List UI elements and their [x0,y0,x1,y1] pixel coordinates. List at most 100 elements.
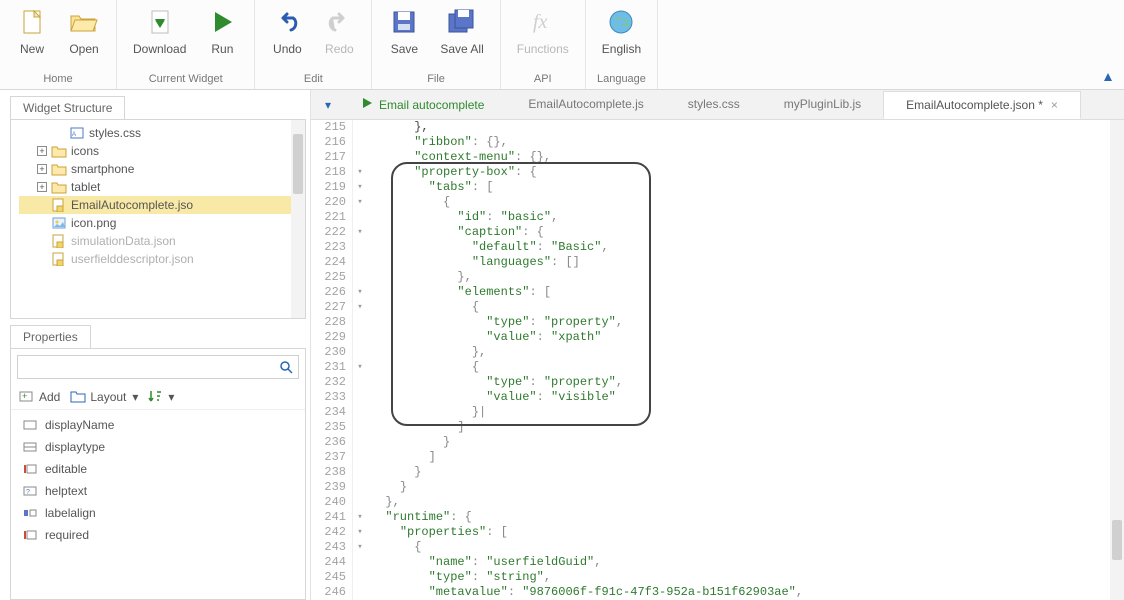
tree-toggle[interactable]: + [37,182,47,192]
editor-tab[interactable]: EmailAutocomplete.js [506,91,665,118]
code-line[interactable]: 216 "ribbon": {}, [311,135,1124,150]
undo-button[interactable]: Undo [261,0,313,58]
search-icon[interactable] [274,356,298,378]
editor-tab-label: EmailAutocomplete.json * [906,98,1043,112]
tree-item[interactable]: +icons [19,142,301,160]
code-text: "context-menu": {}, [367,150,551,165]
layout-button[interactable]: Layout▾ [70,389,138,405]
code-line[interactable]: 242▾ "properties": [ [311,525,1124,540]
download-button[interactable]: Download [123,0,196,58]
fold-toggle[interactable]: ▾ [353,165,367,180]
code-line[interactable]: 238 } [311,465,1124,480]
save-button[interactable]: Save [378,0,430,58]
editor-tab-label: styles.css [688,97,740,111]
tree-toggle[interactable]: + [37,146,47,156]
tabs-menu-icon[interactable]: ▾ [317,98,339,112]
tree-item[interactable]: +tablet [19,178,301,196]
property-item[interactable]: displaytype [15,436,301,458]
fold-toggle[interactable]: ▾ [353,510,367,525]
fold-toggle[interactable]: ▾ [353,300,367,315]
properties-tab[interactable]: Properties [10,325,91,349]
fold-toggle[interactable]: ▾ [353,525,367,540]
fold-toggle[interactable]: ▾ [353,225,367,240]
line-number: 231 [311,360,353,375]
code-line[interactable]: 223 "default": "Basic", [311,240,1124,255]
code-line[interactable]: 220▾ { [311,195,1124,210]
code-line[interactable]: 218▾ "property-box": { [311,165,1124,180]
tree-toggle [37,218,47,228]
tree-item-label: icon.png [71,216,116,230]
code-line[interactable]: 243▾ { [311,540,1124,555]
code-line[interactable]: 240 }, [311,495,1124,510]
widget-structure-tab[interactable]: Widget Structure [10,96,125,120]
code-line[interactable]: 239 } [311,480,1124,495]
code-editor[interactable]: 215 },216 "ribbon": {},217 "context-menu… [311,120,1124,600]
code-line[interactable]: 230 }, [311,345,1124,360]
add-button[interactable]: +Add [19,389,60,405]
code-line[interactable]: 221 "id": "basic", [311,210,1124,225]
code-line[interactable]: 244 "name": "userfieldGuid", [311,555,1124,570]
close-icon[interactable]: × [1051,98,1058,112]
property-item[interactable]: ?helptext [15,480,301,502]
tree-item[interactable]: +smartphone [19,160,301,178]
code-line[interactable]: 245 "type": "string", [311,570,1124,585]
code-line[interactable]: 232 "type": "property", [311,375,1124,390]
fold-toggle[interactable]: ▾ [353,360,367,375]
tree-item[interactable]: icon.png [19,214,301,232]
tree-item[interactable]: Astyles.css [19,124,301,142]
property-item[interactable]: required [15,524,301,546]
play-icon [361,97,373,112]
code-line[interactable]: 233 "value": "visible" [311,390,1124,405]
code-line[interactable]: 246 "metavalue": "9876006f-f91c-47f3-952… [311,585,1124,600]
tree-item[interactable]: simulationData.json [19,232,301,250]
code-line[interactable]: 227▾ { [311,300,1124,315]
code-line[interactable]: 235 ] [311,420,1124,435]
editor-tab[interactable]: EmailAutocomplete.json * × [883,91,1081,119]
editor-tab-label: myPluginLib.js [784,97,861,111]
code-line[interactable]: 237 ] [311,450,1124,465]
tree-item[interactable]: userfielddescriptor.json [19,250,301,268]
property-item[interactable]: editable [15,458,301,480]
tree-scrollbar[interactable] [291,120,305,318]
code-line[interactable]: 234 }| [311,405,1124,420]
property-item[interactable]: displayName [15,414,301,436]
editor-tab[interactable]: styles.css [666,91,762,118]
code-text: ] [367,420,465,435]
search-input[interactable] [18,356,274,378]
css-icon: A [69,126,85,140]
code-line[interactable]: 228 "type": "property", [311,315,1124,330]
code-line[interactable]: 226▾ "elements": [ [311,285,1124,300]
property-list: displayNamedisplaytypeeditable?helptextl… [15,414,301,546]
fold-toggle [353,240,367,255]
run-button[interactable]: Run [196,0,248,58]
line-number: 216 [311,135,353,150]
tree-toggle[interactable]: + [37,164,47,174]
code-line[interactable]: 225 }, [311,270,1124,285]
fold-toggle[interactable]: ▾ [353,285,367,300]
code-line[interactable]: 229 "value": "xpath" [311,330,1124,345]
editor-tab[interactable]: myPluginLib.js [762,91,883,118]
json-icon [51,234,67,248]
property-item[interactable]: labelalign [15,502,301,524]
fold-toggle[interactable]: ▾ [353,180,367,195]
save-all-button[interactable]: Save All [430,0,493,58]
code-line[interactable]: 224 "languages": [] [311,255,1124,270]
code-line[interactable]: 231▾ { [311,360,1124,375]
code-line[interactable]: 236 } [311,435,1124,450]
code-line[interactable]: 222▾ "caption": { [311,225,1124,240]
open-button[interactable]: Open [58,0,110,58]
tree-item[interactable]: EmailAutocomplete.jso [19,196,301,214]
ribbon-expand-icon[interactable] [1102,71,1114,83]
code-line[interactable]: 217 "context-menu": {}, [311,150,1124,165]
code-line[interactable]: 219▾ "tabs": [ [311,180,1124,195]
fold-toggle[interactable]: ▾ [353,195,367,210]
code-line[interactable]: 241▾ "runtime": { [311,510,1124,525]
sort-button[interactable]: ▾ [148,389,174,405]
fold-toggle[interactable]: ▾ [353,540,367,555]
line-number: 239 [311,480,353,495]
language-button[interactable]: English [592,0,651,58]
code-line[interactable]: 215 }, [311,120,1124,135]
editor-tab[interactable]: Email autocomplete [339,91,506,118]
editor-scrollbar[interactable] [1110,120,1124,600]
new-button[interactable]: New [6,0,58,58]
